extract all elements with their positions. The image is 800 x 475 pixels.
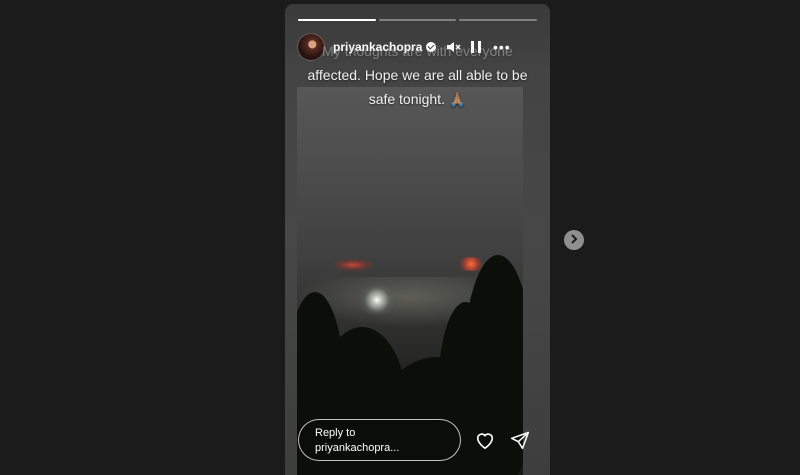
reply-placeholder-line: priyankachopra... (315, 442, 400, 454)
reply-placeholder-line: Reply to (315, 427, 356, 439)
caption-line: safe tonight. 🙏🏽 (368, 91, 467, 107)
fire-glow (333, 259, 373, 271)
story-progress-bar (298, 19, 538, 21)
heart-icon[interactable] (474, 430, 496, 455)
story-video[interactable] (297, 87, 523, 475)
send-icon[interactable] (510, 430, 530, 455)
chevron-right-icon (570, 231, 578, 249)
story-caption: My thoughts are with everyone affected. … (285, 39, 550, 111)
story-footer: Reply to priyankachopra... (298, 418, 537, 462)
caption-line: My thoughts are with everyone (322, 43, 513, 59)
bright-light (357, 285, 397, 315)
progress-segment (459, 19, 538, 21)
next-story-button[interactable] (564, 230, 584, 250)
progress-segment (298, 19, 376, 21)
reply-input[interactable]: Reply to priyankachopra... (298, 419, 461, 461)
progress-segment (378, 19, 457, 21)
caption-line: affected. Hope we are all able to be (307, 67, 528, 83)
story-viewer: priyankachopra ••• My thoughts are with … (285, 4, 550, 475)
